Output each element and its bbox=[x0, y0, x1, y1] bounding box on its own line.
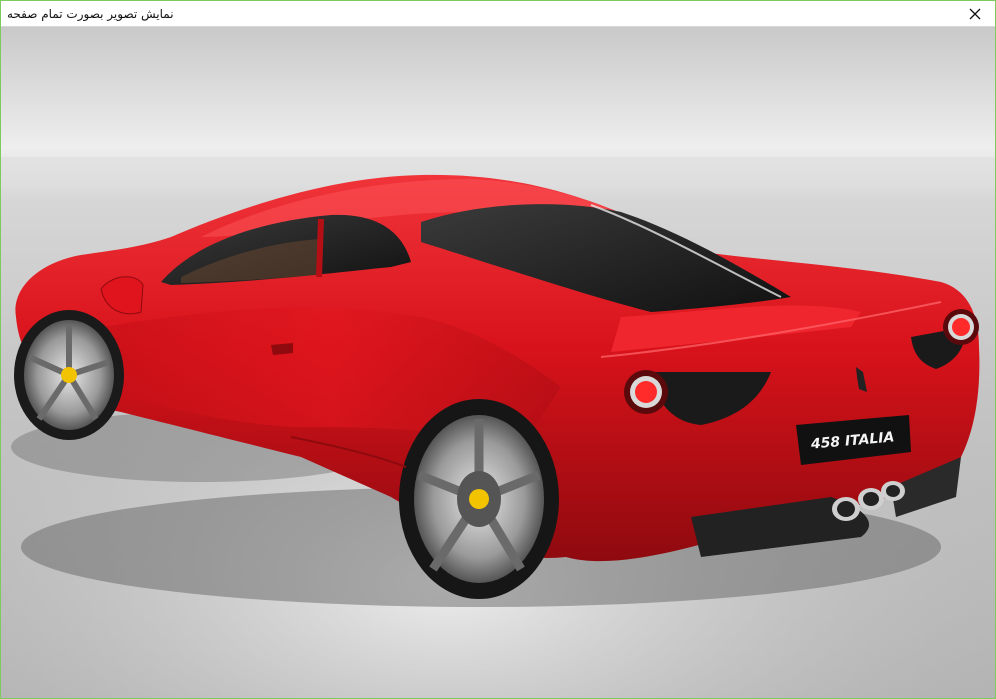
fullscreen-image-window: نمایش تصویر بصورت تمام صفحه 458 ITALIA bbox=[0, 0, 996, 699]
close-button[interactable] bbox=[955, 1, 995, 27]
rear-wheel bbox=[399, 399, 559, 599]
front-wheel bbox=[14, 310, 124, 440]
tail-light-right bbox=[943, 309, 979, 345]
close-icon bbox=[969, 8, 981, 19]
title-bar: نمایش تصویر بصورت تمام صفحه bbox=[1, 1, 995, 27]
image-viewer[interactable]: 458 ITALIA bbox=[1, 27, 995, 698]
window-title: نمایش تصویر بصورت تمام صفحه bbox=[7, 6, 174, 21]
tail-light-left bbox=[624, 370, 668, 414]
car-image: 458 ITALIA bbox=[1, 27, 995, 698]
